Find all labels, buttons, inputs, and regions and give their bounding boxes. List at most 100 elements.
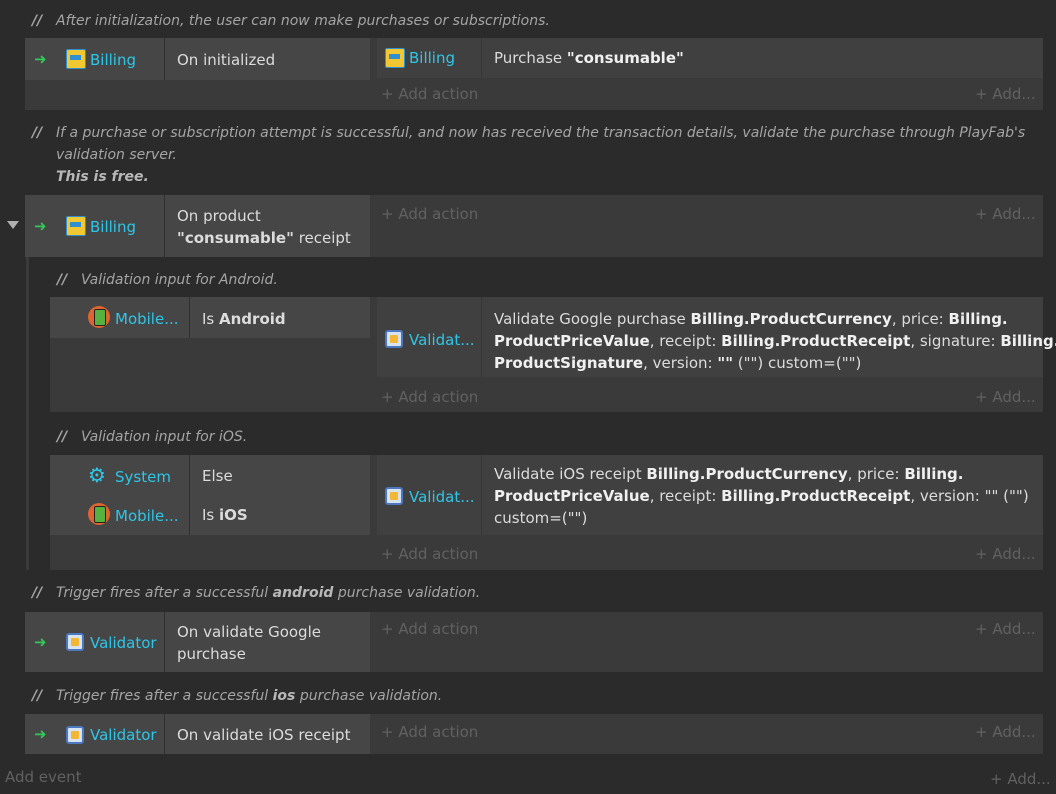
condition-object-name: Mobile... bbox=[115, 310, 179, 328]
action-text-line3: custom=("") bbox=[494, 509, 588, 527]
action-text-part: , signature: bbox=[910, 332, 1001, 350]
comment-text-line2: validation server. bbox=[56, 147, 177, 163]
add-action-button[interactable]: + Add action bbox=[381, 544, 478, 564]
add-more-button[interactable]: + Add... bbox=[975, 204, 1036, 224]
comment-text: Trigger fires after a successful android… bbox=[56, 582, 480, 604]
condition-row[interactable]: ➜ Billing On product "consumable" receip… bbox=[25, 195, 370, 257]
billing-icon bbox=[385, 48, 405, 68]
comment-slashes: // bbox=[32, 688, 43, 704]
comment-slashes: // bbox=[32, 585, 43, 601]
condition-text: Else bbox=[202, 467, 233, 485]
column-divider bbox=[481, 297, 482, 377]
event-on-validate-ios[interactable]: ➜ Validator On validate iOS receipt + Ad… bbox=[25, 714, 1043, 754]
column-divider bbox=[189, 297, 190, 338]
action-text-part: , price: bbox=[891, 310, 949, 328]
action-param: Billing.ProductCurrency bbox=[646, 465, 848, 483]
action-param: Billing.ProductReceipt bbox=[721, 487, 911, 505]
add-action-button[interactable]: + Add action bbox=[381, 619, 478, 639]
condition-row[interactable]: ➜ Validator On validate iOS receipt bbox=[25, 714, 370, 754]
add-more-button[interactable]: + Add... bbox=[975, 387, 1036, 407]
action-param: Billing. bbox=[1000, 332, 1056, 350]
condition-row-else[interactable]: ⚙ System Else bbox=[50, 455, 370, 495]
add-action-button[interactable]: + Add action bbox=[381, 84, 478, 104]
condition-param: Android bbox=[219, 310, 286, 328]
action-param: Billing. bbox=[948, 310, 1008, 328]
condition-param: "consumable" bbox=[177, 229, 294, 247]
action-text-part: Validate iOS receipt bbox=[494, 465, 647, 483]
condition-text: On validate iOS receipt bbox=[177, 726, 351, 744]
action-row[interactable]: Billing Purchase "consumable" bbox=[377, 38, 1043, 78]
comment-text-part: Trigger fires after a successful bbox=[56, 688, 273, 704]
condition-text-line1: On validate Google bbox=[177, 623, 321, 641]
action-text-part: , receipt: bbox=[649, 332, 722, 350]
add-action-button[interactable]: + Add action bbox=[381, 204, 478, 224]
action-text-part: ("") custom=("") bbox=[733, 354, 862, 372]
action-param: "consumable" bbox=[566, 49, 684, 67]
event-is-android[interactable]: Mobile... Is Android Validat... Validate… bbox=[50, 297, 1056, 412]
action-text: Purchase "consumable" bbox=[494, 47, 684, 69]
event-on-initialized[interactable]: ➜ Billing On initialized Billing Purchas… bbox=[25, 38, 1043, 110]
add-event-button[interactable]: Add event bbox=[5, 767, 82, 787]
column-divider bbox=[189, 455, 190, 495]
mobile-icon bbox=[88, 503, 110, 525]
action-object-name: Billing bbox=[409, 49, 455, 67]
mobile-icon bbox=[88, 306, 110, 328]
action-param: Billing.ProductReceipt bbox=[721, 332, 911, 350]
condition-row[interactable]: ➜ Billing On initialized bbox=[25, 38, 370, 80]
action-text-line3: ProductSignature, version: "" ("") custo… bbox=[494, 352, 861, 374]
trigger-arrow-icon: ➜ bbox=[34, 633, 47, 651]
add-action-button[interactable]: + Add action bbox=[381, 722, 478, 742]
billing-icon bbox=[66, 49, 86, 69]
action-text-line1: Validate Google purchase Billing.Product… bbox=[494, 308, 1008, 330]
condition-object-name: Validator bbox=[90, 634, 157, 652]
action-param: ProductPriceValue bbox=[494, 332, 650, 350]
comment-text-line1: If a purchase or subscription attempt is… bbox=[56, 125, 1026, 141]
action-object-name: Validat... bbox=[409, 488, 475, 506]
condition-row[interactable]: ➜ Validator On validate Google purchase bbox=[25, 612, 370, 672]
add-more-button[interactable]: + Add... bbox=[975, 544, 1036, 564]
action-text-part: , version: "" ("") bbox=[910, 487, 1029, 505]
trigger-arrow-icon: ➜ bbox=[34, 217, 47, 235]
action-text-line2: ProductPriceValue, receipt: Billing.Prod… bbox=[494, 330, 1056, 352]
condition-object-name: System bbox=[115, 468, 171, 486]
condition-row-is-ios[interactable]: Mobile... Is iOS bbox=[50, 495, 370, 535]
event-on-validate-google[interactable]: ➜ Validator On validate Google purchase … bbox=[25, 612, 1043, 672]
action-text-part: , price: bbox=[847, 465, 905, 483]
comment-slashes: // bbox=[57, 429, 68, 445]
comment-android-trigger[interactable]: // Trigger fires after a successful andr… bbox=[32, 582, 932, 604]
condition-text-part: Is bbox=[202, 506, 220, 524]
condition-text-part: receipt bbox=[293, 229, 351, 247]
action-row[interactable]: Validat... Validate Google purchase Bill… bbox=[377, 297, 1056, 377]
column-divider bbox=[481, 38, 482, 78]
condition-text-line1: On product bbox=[177, 207, 261, 225]
add-more-footer-button[interactable]: + Add... bbox=[990, 769, 1051, 789]
comment-android-input[interactable]: // Validation input for Android. bbox=[57, 269, 957, 291]
condition-object-name: Billing bbox=[90, 51, 136, 69]
comment-slashes: // bbox=[32, 125, 43, 141]
comment-ios-trigger[interactable]: // Trigger fires after a successful ios … bbox=[32, 685, 932, 707]
collapse-triangle-icon[interactable] bbox=[7, 221, 19, 229]
condition-text-part: Is bbox=[202, 310, 220, 328]
condition-object-name: Mobile... bbox=[115, 507, 179, 525]
event-on-product-receipt[interactable]: ➜ Billing On product "consumable" receip… bbox=[25, 195, 1043, 257]
comment-text-part: purchase validation. bbox=[295, 688, 443, 704]
billing-icon bbox=[66, 216, 86, 236]
add-more-button[interactable]: + Add... bbox=[975, 619, 1036, 639]
comment-after-initialization[interactable]: // After initialization, the user can no… bbox=[32, 10, 1032, 32]
condition-row[interactable]: Mobile... Is Android bbox=[50, 297, 370, 338]
event-else-is-ios[interactable]: ⚙ System Else Mobile... Is iOS Validat..… bbox=[50, 455, 1043, 570]
add-action-button[interactable]: + Add action bbox=[381, 387, 478, 407]
condition-text: Is Android bbox=[202, 308, 286, 330]
comment-text: Validation input for Android. bbox=[81, 272, 278, 288]
condition-text-line2: purchase bbox=[177, 645, 246, 663]
trigger-arrow-icon: ➜ bbox=[34, 725, 47, 743]
comment-ios-input[interactable]: // Validation input for iOS. bbox=[57, 426, 957, 448]
action-param: ProductSignature bbox=[494, 354, 644, 372]
comment-validate-purchase[interactable]: // If a purchase or subscription attempt… bbox=[32, 122, 1042, 188]
column-divider bbox=[481, 455, 482, 535]
condition-object-name: Billing bbox=[90, 218, 136, 236]
validator-icon bbox=[66, 633, 84, 651]
action-row[interactable]: Validat... Validate iOS receipt Billing.… bbox=[377, 455, 1043, 535]
add-more-button[interactable]: + Add... bbox=[975, 722, 1036, 742]
add-more-button[interactable]: + Add... bbox=[975, 84, 1036, 104]
